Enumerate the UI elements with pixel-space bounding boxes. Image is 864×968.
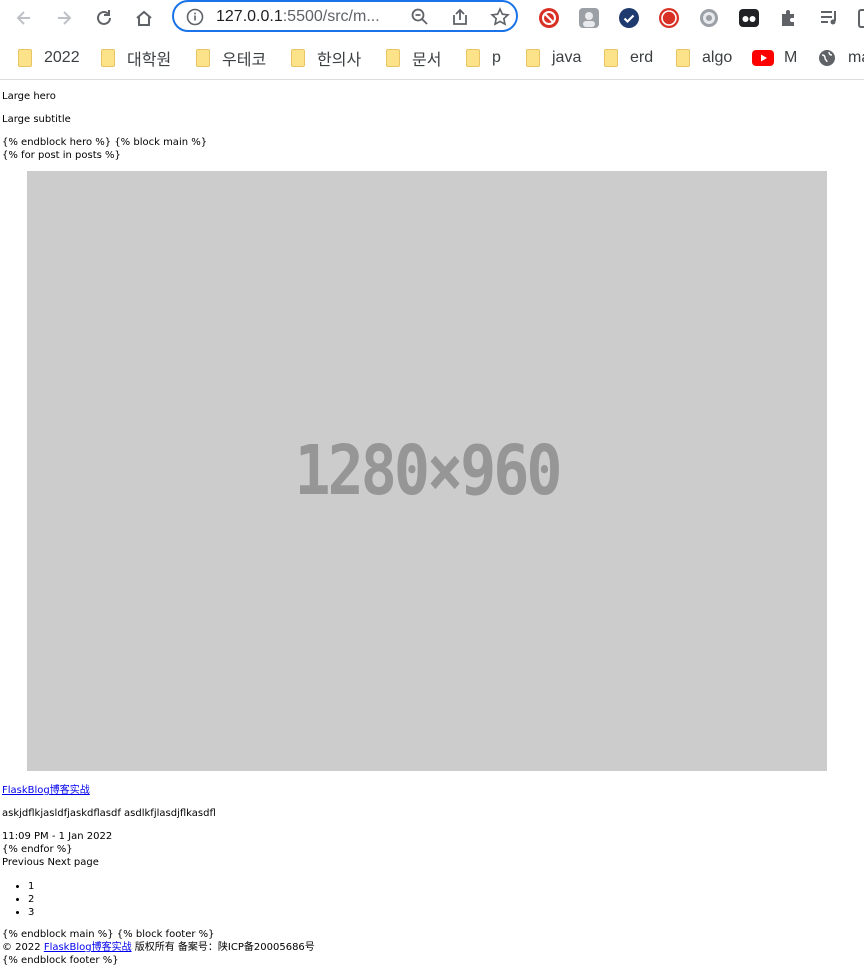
template-tag: {% endblock main %} {% block footer %} — [2, 929, 215, 940]
bookmark-label: 우테코 — [222, 52, 267, 69]
hero-title: Large hero — [2, 91, 56, 102]
bookmark-label: 2022 — [44, 49, 80, 66]
check-extension-icon[interactable] — [617, 6, 641, 30]
arrow-left-icon — [16, 11, 30, 25]
bookmark-label: algo — [702, 49, 733, 66]
home-icon — [136, 10, 152, 26]
bookmark-label: erd — [630, 49, 654, 66]
folder-icon — [466, 49, 480, 67]
share-icon[interactable] — [450, 7, 470, 31]
folder-icon — [386, 49, 400, 67]
bookmark-folder[interactable]: 한의사 — [291, 47, 361, 69]
bookmark-label: M — [784, 49, 798, 66]
url-path: :5500/src/m... — [282, 8, 380, 25]
pagination-list: 1 2 3 — [2, 880, 34, 919]
footer-suffix: 版权所有 备案号：陕ICP备20005686号 — [131, 942, 315, 953]
bookmark-label: 한의사 — [317, 52, 362, 69]
bookmark-label: 문서 — [412, 52, 442, 69]
bookmark-folder[interactable]: 우테코 — [196, 47, 266, 69]
footer-link[interactable]: FlaskBlog博客实战 — [44, 942, 132, 953]
folder-icon — [604, 49, 618, 67]
block-extension-icon[interactable] — [537, 6, 561, 30]
side-panel-icon[interactable] — [852, 6, 864, 30]
bookmark-label: p — [492, 49, 501, 66]
folder-icon — [526, 49, 540, 67]
page-item[interactable]: 3 — [28, 906, 34, 919]
footer-copyright: © 2022 FlaskBlog博客实战 版权所有 备案号：陕ICP备20005… — [2, 941, 315, 954]
bookmark-folder[interactable]: algo — [676, 47, 732, 69]
folder-icon — [101, 49, 115, 67]
bookmark-label: ma — [848, 49, 864, 66]
youtube-icon — [752, 50, 774, 66]
post-image: 1280×960 — [27, 171, 827, 771]
folder-icon — [18, 49, 32, 67]
folder-icon — [291, 49, 305, 67]
bookmark-site[interactable]: ma — [818, 47, 864, 69]
bookmark-folder[interactable]: 대학원 — [101, 47, 171, 69]
url-text[interactable]: 127.0.0.1:5500/src/m... — [216, 8, 380, 26]
template-tag: {% endfor %} — [2, 844, 73, 855]
reload-button[interactable] — [90, 4, 118, 32]
bookmark-youtube[interactable]: M — [752, 47, 797, 69]
puzzle-icon[interactable] — [777, 6, 801, 30]
gear-extension-icon[interactable] — [697, 6, 721, 30]
template-tag: {% endblock footer %} — [2, 955, 119, 966]
pagination-text: Previous Next page — [2, 857, 99, 868]
globe-icon — [819, 50, 835, 66]
url-host: 127.0.0.1 — [216, 8, 283, 25]
folder-icon — [676, 49, 690, 67]
record-extension-icon[interactable] — [657, 6, 681, 30]
hero-subtitle: Large subtitle — [2, 114, 71, 125]
browser-toolbar: 127.0.0.1:5500/src/m... — [0, 0, 864, 36]
bookmark-folder[interactable]: erd — [604, 47, 653, 69]
bookmark-label: java — [552, 49, 582, 66]
info-icon[interactable] — [186, 8, 204, 30]
bookmarks-bar: 2022 대학원 우테코 한의사 문서 p java erd algo M ma — [0, 36, 864, 80]
forward-button[interactable] — [50, 4, 78, 32]
folder-icon — [196, 49, 210, 67]
address-bar[interactable]: 127.0.0.1:5500/src/m... — [172, 0, 518, 32]
post-timestamp: 11:09 PM - 1 Jan 2022 — [2, 831, 113, 842]
footer-prefix: © 2022 — [2, 942, 44, 953]
page-item[interactable]: 1 — [28, 880, 34, 893]
back-button[interactable] — [10, 4, 38, 32]
post-title-link[interactable]: FlaskBlog博客实战 — [2, 785, 90, 796]
bookmark-label: 대학원 — [127, 52, 172, 69]
page-item[interactable]: 2 — [28, 893, 34, 906]
media-queue-icon[interactable] — [817, 6, 841, 30]
template-tag: {% for post in posts %} — [2, 150, 121, 161]
bookmark-folder[interactable]: 문서 — [386, 47, 441, 69]
bookmark-folder[interactable]: p — [466, 47, 501, 69]
home-button[interactable] — [130, 4, 158, 32]
zoom-icon[interactable] — [410, 7, 430, 31]
tab-extension-icon[interactable] — [737, 6, 761, 30]
post-body: askjdflkjasldfjaskdflasdf asdlkfjlasdjfl… — [2, 808, 216, 819]
profile-extension-icon[interactable] — [577, 6, 601, 30]
arrow-right-icon — [58, 11, 72, 25]
image-size-label: 1280×960 — [294, 430, 563, 511]
bookmark-folder[interactable]: java — [526, 47, 581, 69]
bookmark-folder[interactable]: 2022 — [18, 47, 80, 69]
bookmark-star-icon[interactable] — [490, 7, 510, 31]
reload-icon — [97, 10, 111, 25]
template-tag: {% endblock hero %} {% block main %} — [2, 137, 208, 148]
